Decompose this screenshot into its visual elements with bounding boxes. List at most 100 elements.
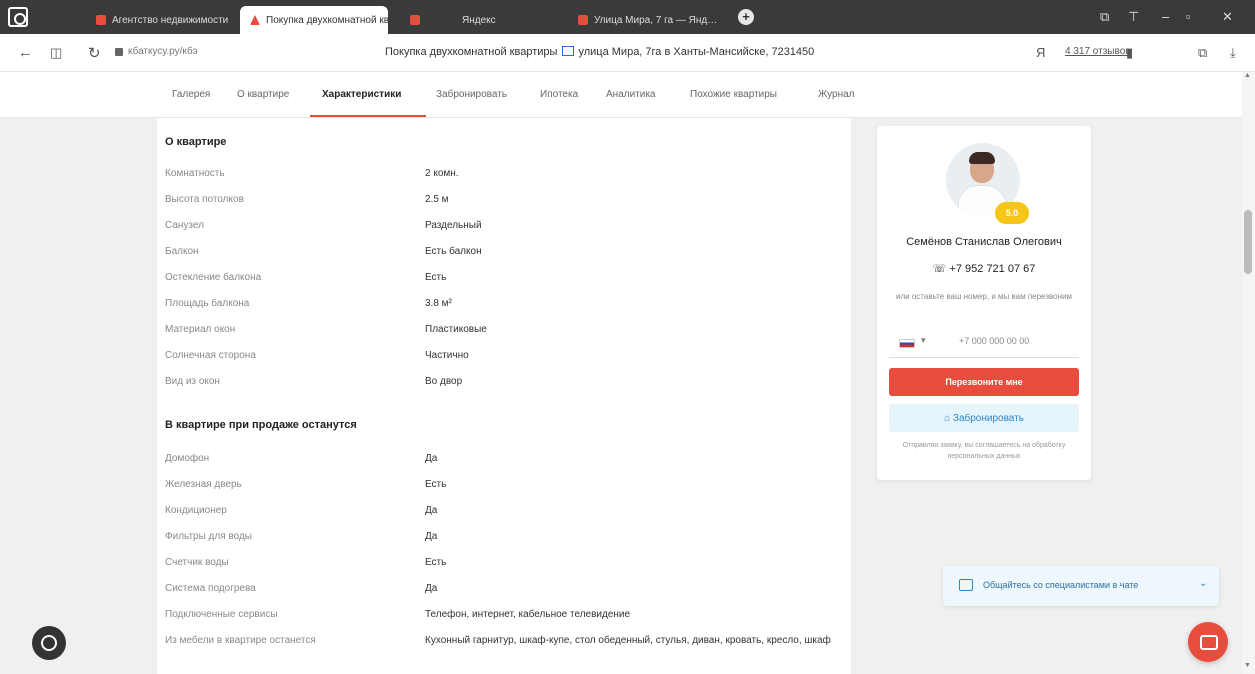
tab-favicon-icon [96, 15, 106, 25]
tab-label: Агентство недвижимости [112, 14, 229, 26]
nav-item-specs[interactable]: Характеристики [322, 89, 401, 100]
address-bar: ← ◫ ↻ кбаткусу.ру/кбэ Покупка двухкомнат… [0, 34, 1255, 72]
spec-label: Вид из окон [165, 376, 220, 387]
avatar-hair [969, 152, 995, 164]
spec-value: Есть балкон [425, 246, 482, 257]
nav-item-about[interactable]: О квартире [237, 89, 289, 100]
phone-placeholder: +7 000 000 00 00 [959, 336, 1030, 346]
scroll-up-icon[interactable]: ▲ [1244, 72, 1251, 79]
yandex-icon[interactable]: Я [1036, 45, 1045, 60]
agent-phone-number: +7 952 721 07 67 [949, 263, 1036, 275]
home-icon[interactable]: ◫ [50, 45, 62, 61]
gift-icon: ⌂ [944, 412, 951, 424]
nav-item-journal[interactable]: Журнал [818, 89, 855, 100]
phone-input[interactable]: ▾ +7 000 000 00 00 [889, 326, 1079, 358]
spec-label: Фильтры для воды [165, 531, 252, 542]
reviews-link[interactable]: 4 317 отзывов [1065, 46, 1131, 57]
consent-note: Отправляя заявку, вы соглашаетесь на обр… [902, 442, 1066, 460]
agent-card: 5.0 Семёнов Станислав Олегович ☏ +7 952 … [877, 126, 1091, 480]
tab-label: Улица Мира, 7 га — Янд… [594, 14, 718, 26]
pin-icon[interactable]: ⊤ [1128, 9, 1139, 25]
tab-label: Покупка двухкомнатной квартиры [266, 14, 388, 26]
chevron-down-icon[interactable]: ▾ [921, 335, 926, 346]
maximize-icon[interactable]: ▫ [1186, 9, 1191, 24]
reload-icon[interactable]: ↻ [88, 44, 101, 62]
scrollbar-thumb[interactable] [1244, 210, 1252, 274]
address-page-title[interactable]: Покупка двухкомнатной квартиры улица Мир… [385, 46, 814, 58]
nav-item-analytics[interactable]: Аналитика [606, 89, 656, 100]
help-fab-button[interactable] [32, 626, 66, 660]
rating-badge: 5.0 [995, 202, 1029, 224]
lock-icon [115, 48, 123, 56]
url-field[interactable]: кбаткусу.ру/кбэ [128, 46, 198, 57]
scroll-down-icon[interactable]: ▼ [1244, 662, 1251, 669]
spec-label: Домофон [165, 453, 210, 464]
tab-favicon-icon [578, 15, 588, 25]
tab-favicon-icon [250, 15, 260, 25]
spec-value: Да [425, 453, 438, 464]
spec-value: Во двор [425, 376, 463, 387]
agent-phone[interactable]: ☏ +7 952 721 07 67 [877, 262, 1091, 275]
new-tab-icon[interactable]: + [738, 9, 754, 25]
spec-value: Телефон, интернет, кабельное телевидение [425, 609, 631, 620]
chat-fab-button[interactable] [1188, 622, 1228, 662]
spec-label: Кондиционер [165, 505, 227, 516]
collections-icon[interactable]: ⧉ [1100, 9, 1109, 25]
spec-label: Подключенные сервисы [165, 609, 278, 620]
leftover-title: В квартире при продаже останутся [165, 419, 357, 431]
spec-label: Балкон [165, 246, 199, 257]
close-window-icon[interactable]: ✕ [1222, 9, 1233, 25]
spec-value: Да [425, 505, 438, 516]
spec-label: Счетчик воды [165, 557, 229, 568]
page-scrollbar[interactable] [1242, 72, 1255, 674]
nav-item-book[interactable]: Забронировать [436, 89, 507, 100]
browser-app-icon[interactable] [8, 7, 28, 27]
spec-value: Частично [425, 350, 469, 361]
spec-value: 2 комн. [425, 168, 459, 179]
spec-value: Есть [425, 557, 447, 568]
address-title-text: Покупка двухкомнатной квартиры [385, 46, 558, 58]
chevron-down-icon[interactable]: ⌄ [1199, 578, 1207, 589]
characteristics-section: О квартире Комнатность 2 комн. Высота по… [157, 118, 851, 674]
chat-widget[interactable]: Общайтесь со специалистами в чате ⌄ [943, 566, 1219, 606]
nav-item-similar[interactable]: Похожие квартиры [690, 89, 777, 100]
about-title: О квартире [165, 136, 227, 148]
callback-button[interactable]: Перезвоните мне [889, 368, 1079, 396]
spec-value: Да [425, 531, 438, 542]
tab-yandex-map[interactable]: Улица Мира, 7 га — Янд… [568, 6, 734, 34]
spec-value: 3.8 м² [425, 298, 452, 309]
address-title-rest: улица Мира, 7га в Ханты-Мансийске, 72314… [578, 46, 815, 58]
nav-item-gallery[interactable]: Галерея [172, 89, 210, 100]
chat-icon [959, 579, 973, 591]
tab-apartment-purchase[interactable]: Покупка двухкомнатной квартиры ✕ [240, 6, 388, 34]
tab-favicon-icon [410, 15, 420, 25]
tab-agency[interactable]: Агентство недвижимости [86, 6, 238, 34]
tab-yandex[interactable]: Яндекс [400, 6, 560, 34]
back-icon[interactable]: ← [18, 44, 33, 61]
book-button[interactable]: ⌂ Забронировать [889, 404, 1079, 432]
spec-label: Остекление балкона [165, 272, 262, 283]
spec-label: Высота потолков [165, 194, 244, 205]
spec-label: Санузел [165, 220, 204, 231]
spec-label: Железная дверь [165, 479, 242, 490]
spec-value: Пластиковые [425, 324, 487, 335]
downloads-icon[interactable]: ⤓ [1230, 45, 1236, 61]
russia-flag-icon[interactable] [899, 339, 915, 348]
tab-label: Яндекс [462, 14, 496, 26]
nav-item-mortgage[interactable]: Ипотека [540, 89, 578, 100]
extensions-icon[interactable]: ⧉ [1198, 45, 1207, 61]
spec-value: Да [425, 583, 438, 594]
spec-value: Есть [425, 479, 447, 490]
spec-label: Комнатность [165, 168, 225, 179]
agent-name: Семёнов Станислав Олегович [906, 236, 1062, 248]
spec-label: Площадь балкона [165, 298, 250, 309]
spec-label: Солнечная сторона [165, 350, 256, 361]
book-button-label: Забронировать [952, 412, 1024, 424]
spec-value: 2.5 м [425, 194, 449, 205]
bookmark-icon[interactable]: ▮ [1126, 45, 1133, 61]
spec-value: Есть [425, 272, 447, 283]
minimize-icon[interactable]: – [1162, 9, 1169, 24]
chat-label: Общайтесь со специалистами в чате [983, 580, 1139, 590]
spec-label: Из мебели в квартире останется [165, 635, 316, 646]
spec-value: Раздельный [425, 220, 482, 231]
